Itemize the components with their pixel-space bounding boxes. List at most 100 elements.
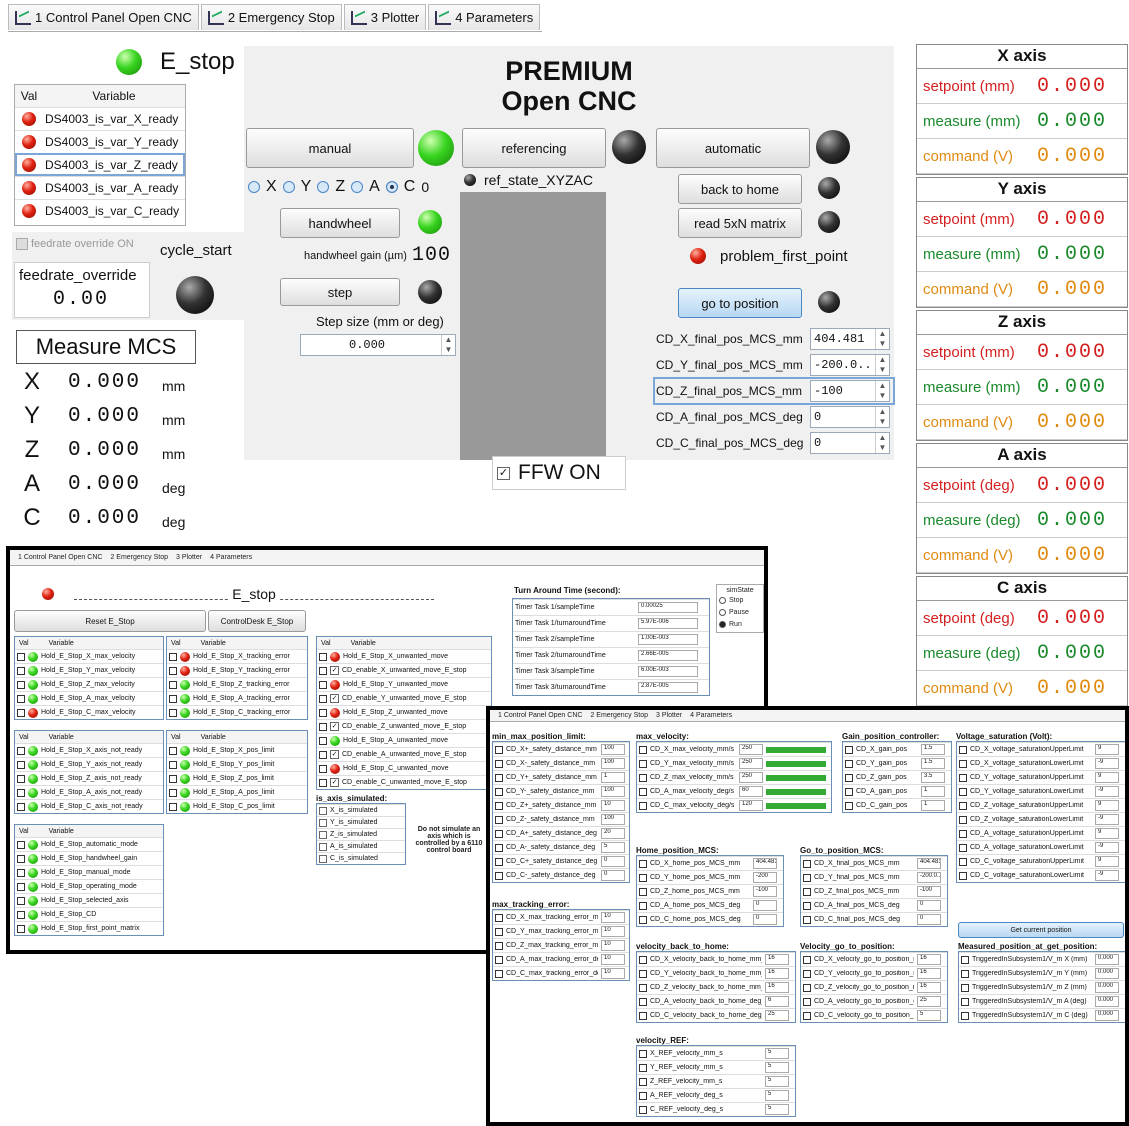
- axis-radio-x[interactable]: [248, 181, 260, 193]
- param-value[interactable]: 5: [765, 1104, 789, 1115]
- input-icon[interactable]: [639, 1049, 647, 1058]
- input-icon[interactable]: [639, 887, 647, 896]
- input-icon[interactable]: [17, 694, 25, 703]
- input-icon[interactable]: [495, 843, 503, 852]
- input-icon[interactable]: [319, 736, 327, 745]
- param-value[interactable]: -200.0...: [917, 872, 941, 883]
- tat-value[interactable]: 2.66E-005: [638, 650, 698, 661]
- final-pos-input[interactable]: 0 ▲ ▼: [810, 406, 890, 428]
- checkbox[interactable]: [319, 806, 327, 815]
- input-icon[interactable]: [17, 802, 25, 811]
- input-icon[interactable]: [495, 773, 503, 782]
- param-value[interactable]: 10: [601, 940, 625, 951]
- input-icon[interactable]: [639, 773, 647, 782]
- tat-value[interactable]: 2.87E-005: [638, 682, 698, 693]
- input-icon[interactable]: [959, 843, 967, 852]
- automatic-button[interactable]: automatic: [656, 128, 810, 168]
- checkbox[interactable]: [319, 842, 327, 851]
- param-value[interactable]: 20: [601, 828, 625, 839]
- input-icon[interactable]: [639, 873, 647, 882]
- velocity-bar[interactable]: [766, 746, 826, 753]
- input-icon[interactable]: [959, 815, 967, 824]
- input-icon[interactable]: [319, 778, 327, 787]
- input-icon[interactable]: [803, 901, 811, 910]
- input-icon[interactable]: [495, 745, 503, 754]
- input-icon[interactable]: [803, 969, 811, 978]
- shot2-tab2[interactable]: 2 Emergency Stop: [590, 712, 648, 719]
- input-icon[interactable]: [803, 887, 811, 896]
- input-icon[interactable]: [959, 871, 967, 880]
- param-value[interactable]: 5: [765, 1048, 789, 1059]
- input-icon[interactable]: [845, 801, 853, 810]
- param-value[interactable]: 9: [1095, 772, 1119, 783]
- input-icon[interactable]: [639, 1077, 647, 1086]
- param-value[interactable]: 0: [917, 900, 941, 911]
- shot2-tab3[interactable]: 3 Plotter: [656, 712, 682, 719]
- input-icon[interactable]: [495, 955, 503, 964]
- feedrate-value[interactable]: 0.00: [15, 288, 149, 311]
- input-icon[interactable]: [17, 746, 25, 755]
- axis-radio-a[interactable]: [351, 181, 364, 193]
- referencing-button[interactable]: referencing: [462, 128, 606, 168]
- input-icon[interactable]: [961, 983, 969, 992]
- input-icon[interactable]: [169, 802, 177, 811]
- input-icon[interactable]: [961, 969, 969, 978]
- input-icon[interactable]: [319, 666, 327, 675]
- input-icon[interactable]: [845, 759, 853, 768]
- ffw-checkbox[interactable]: ✓: [497, 466, 510, 480]
- param-value[interactable]: 9: [1095, 800, 1119, 811]
- input-icon[interactable]: [495, 759, 503, 768]
- param-value[interactable]: 16: [765, 982, 789, 993]
- param-value[interactable]: -200: [753, 872, 777, 883]
- param-value[interactable]: 1: [921, 786, 945, 797]
- get-position-button[interactable]: Get current position: [958, 922, 1124, 938]
- input-icon[interactable]: [17, 760, 25, 769]
- input-icon[interactable]: [17, 924, 25, 933]
- input-icon[interactable]: [639, 1105, 647, 1114]
- sim-state-radio[interactable]: [719, 596, 726, 604]
- reset-estop-button[interactable]: Reset E_Stop: [14, 610, 206, 632]
- input-icon[interactable]: [319, 652, 327, 661]
- input-icon[interactable]: [959, 745, 967, 754]
- input-icon[interactable]: [639, 859, 647, 868]
- input-icon[interactable]: [17, 910, 25, 919]
- param-value[interactable]: 0.000: [1095, 968, 1119, 979]
- param-value[interactable]: 0.000: [1095, 982, 1119, 993]
- tab-plotter[interactable]: 3 Plotter: [343, 4, 427, 30]
- input-icon[interactable]: [495, 857, 503, 866]
- param-value[interactable]: -100: [917, 886, 941, 897]
- input-icon[interactable]: [959, 759, 967, 768]
- input-icon[interactable]: [17, 788, 25, 797]
- input-icon[interactable]: [959, 773, 967, 782]
- param-value[interactable]: -9: [1095, 870, 1119, 881]
- input-icon[interactable]: [17, 652, 25, 661]
- input-icon[interactable]: [961, 997, 969, 1006]
- input-icon[interactable]: [495, 801, 503, 810]
- param-value[interactable]: -100: [753, 886, 777, 897]
- input-icon[interactable]: [639, 1011, 647, 1020]
- input-icon[interactable]: [803, 1011, 811, 1020]
- checkbox[interactable]: ✓: [330, 722, 339, 731]
- param-value[interactable]: 3.5: [921, 772, 945, 783]
- param-value[interactable]: 250: [739, 772, 763, 783]
- param-value[interactable]: 0.000: [1095, 954, 1119, 965]
- param-value[interactable]: 9: [1095, 856, 1119, 867]
- input-icon[interactable]: [639, 983, 647, 992]
- input-icon[interactable]: [495, 941, 503, 950]
- input-icon[interactable]: [639, 915, 647, 924]
- velocity-bar[interactable]: [766, 774, 826, 781]
- input-icon[interactable]: [17, 774, 25, 783]
- input-icon[interactable]: [495, 815, 503, 824]
- handwheel-button[interactable]: handwheel: [280, 208, 400, 238]
- input-icon[interactable]: [639, 787, 647, 796]
- input-icon[interactable]: [495, 871, 503, 880]
- checkbox[interactable]: [319, 854, 327, 863]
- hw-gain-value[interactable]: 100: [412, 244, 451, 267]
- velocity-bar[interactable]: [766, 760, 826, 767]
- shot1-tab3[interactable]: 3 Plotter: [176, 554, 202, 561]
- spinner-arrows-icon[interactable]: ▲ ▼: [875, 407, 889, 427]
- input-icon[interactable]: [169, 652, 177, 661]
- input-icon[interactable]: [495, 787, 503, 796]
- step-size-input[interactable]: 0.000 ▲ ▼: [300, 334, 456, 356]
- param-value[interactable]: 10: [601, 912, 625, 923]
